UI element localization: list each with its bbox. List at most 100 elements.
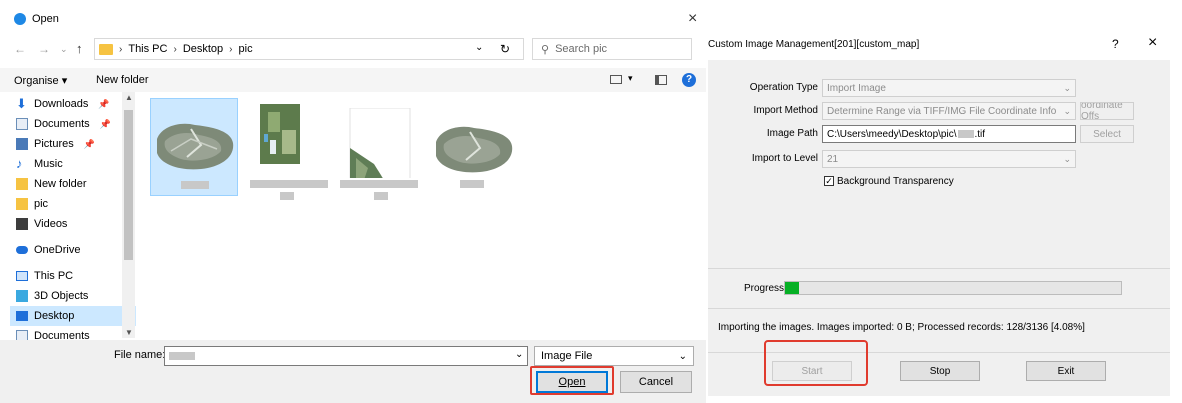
- image-thumbnail: [157, 123, 234, 170]
- navigation-pane: ⬇ Downloads 📌 Documents 📌 Pictures 📌 ♪ Musi…: [10, 92, 136, 340]
- chevron-down-icon[interactable]: ⌄: [515, 349, 523, 360]
- forward-arrow-icon[interactable]: →: [38, 42, 50, 56]
- download-icon: ⬇: [16, 96, 27, 111]
- app-icon: [14, 13, 26, 25]
- image-thumbnail: [349, 108, 411, 178]
- image-path-label: Image Path: [766, 128, 818, 139]
- image-thumbnail: [436, 126, 513, 173]
- dialog-title: Custom Image Management[201][custom_map]: [708, 39, 920, 50]
- back-arrow-icon[interactable]: ←: [14, 42, 26, 56]
- file-type-select[interactable]: Image File ⌄: [534, 346, 694, 366]
- music-icon: ♪: [16, 156, 23, 171]
- document-icon: [16, 118, 28, 130]
- pin-icon: 📌: [98, 98, 110, 109]
- import-method-select[interactable]: Determine Range via TIFF/IMG File Coordi…: [822, 102, 1076, 120]
- open-button[interactable]: Open: [536, 371, 608, 393]
- cloud-icon: [16, 246, 28, 254]
- file-list: [140, 92, 706, 340]
- nav-scrollbar-thumb[interactable]: [124, 110, 133, 260]
- nav-item-documents[interactable]: Documents 📌: [10, 114, 136, 134]
- chevron-down-icon: ⌄: [678, 350, 687, 362]
- scroll-down-icon[interactable]: ▼: [125, 328, 133, 337]
- computer-icon: [16, 271, 28, 281]
- bg-transparency-checkbox[interactable]: ✓: [824, 176, 834, 186]
- scroll-up-icon[interactable]: ▲: [125, 93, 133, 102]
- progress-bar: [784, 281, 1122, 295]
- nav-item-3d-objects[interactable]: 3D Objects: [10, 286, 136, 306]
- dialog-title: Open: [32, 13, 59, 25]
- close-icon[interactable]: ×: [1148, 34, 1157, 52]
- progress-label: Progress: [744, 283, 785, 294]
- redacted-filename: [957, 130, 974, 138]
- operation-type-label: Operation Type: [749, 82, 818, 93]
- file-item[interactable]: [430, 98, 518, 196]
- search-input[interactable]: ⚲ Search pic: [532, 38, 692, 60]
- chevron-down-icon: ⌄: [1063, 105, 1071, 116]
- recent-dropdown-icon[interactable]: ⌄: [60, 44, 68, 55]
- help-icon[interactable]: ?: [1112, 37, 1119, 51]
- start-button[interactable]: Start: [772, 361, 852, 381]
- breadcrumb-pic[interactable]: pic: [239, 43, 253, 55]
- search-icon: ⚲: [541, 43, 550, 56]
- file-name-label: File name:: [114, 349, 166, 361]
- pin-icon: 📌: [83, 138, 95, 149]
- status-text: Importing the images. Images imported: 0…: [718, 322, 1085, 333]
- file-name-redacted: [460, 180, 484, 188]
- open-file-dialog: Open × ← → ⌄ ↑ › This PC › Desktop › pic…: [0, 0, 706, 403]
- operation-type-select[interactable]: Import Image ⌄: [822, 79, 1076, 97]
- file-item[interactable]: [340, 98, 428, 200]
- nav-item-pictures[interactable]: Pictures 📌: [10, 134, 136, 154]
- file-type-value: Image File: [541, 350, 593, 362]
- import-level-select[interactable]: 21 ⌄: [822, 150, 1076, 168]
- up-arrow-icon[interactable]: ↑: [76, 41, 83, 56]
- nav-item-documents-2[interactable]: Documents: [10, 326, 136, 340]
- chevron-right-icon: ›: [119, 43, 123, 55]
- file-name-redacted: [280, 192, 294, 200]
- pin-icon: 📌: [99, 118, 111, 129]
- file-name-redacted: [250, 180, 328, 188]
- nav-item-desktop[interactable]: Desktop: [10, 306, 136, 326]
- file-name-redacted: [374, 192, 388, 200]
- chevron-down-icon[interactable]: ⌄: [475, 42, 483, 53]
- preview-pane-icon[interactable]: [655, 75, 667, 85]
- breadcrumb-this-pc[interactable]: This PC: [128, 43, 167, 55]
- organise-menu[interactable]: Organise ▾: [14, 74, 67, 87]
- exit-button[interactable]: Exit: [1026, 361, 1106, 381]
- nav-item-this-pc[interactable]: This PC: [10, 266, 136, 286]
- coordinate-offset-button[interactable]: oordinate Offs: [1080, 102, 1134, 120]
- help-icon[interactable]: ?: [682, 73, 696, 87]
- nav-item-downloads[interactable]: ⬇ Downloads 📌: [10, 94, 136, 114]
- file-name-redacted: [181, 181, 209, 189]
- nav-item-onedrive[interactable]: OneDrive: [10, 240, 136, 260]
- divider: [708, 268, 1170, 269]
- folder-icon: [99, 43, 113, 55]
- desktop-icon: [16, 311, 28, 321]
- nav-item-new-folder[interactable]: New folder: [10, 174, 136, 194]
- image-thumbnail: [260, 104, 300, 164]
- folder-icon: [16, 198, 28, 210]
- refresh-icon[interactable]: ↻: [500, 42, 510, 56]
- image-path-input[interactable]: C:\Users\meedy\Desktop\pic\ .tif: [822, 125, 1076, 143]
- cancel-button[interactable]: Cancel: [620, 371, 692, 393]
- nav-item-videos[interactable]: Videos: [10, 214, 136, 234]
- import-level-label: Import to Level: [751, 153, 818, 164]
- view-options-icon[interactable]: [610, 75, 622, 84]
- file-item[interactable]: [150, 98, 238, 196]
- address-bar[interactable]: › This PC › Desktop › pic ⌄ ↻: [94, 38, 524, 60]
- stop-button[interactable]: Stop: [900, 361, 980, 381]
- folder-icon: [16, 178, 28, 190]
- chevron-down-icon[interactable]: ▾: [628, 73, 633, 84]
- select-button[interactable]: Select: [1080, 125, 1134, 143]
- nav-item-music[interactable]: ♪ Music: [10, 154, 136, 174]
- pictures-icon: [16, 138, 28, 150]
- chevron-down-icon: ⌄: [1063, 153, 1071, 164]
- cube-icon: [16, 290, 28, 302]
- breadcrumb-desktop[interactable]: Desktop: [183, 43, 223, 55]
- nav-item-pic[interactable]: pic: [10, 194, 136, 214]
- new-folder-button[interactable]: New folder: [96, 74, 149, 86]
- divider: [708, 308, 1170, 309]
- close-icon[interactable]: ×: [688, 10, 697, 28]
- file-item[interactable]: [250, 98, 338, 200]
- file-name-input[interactable]: ⌄: [164, 346, 528, 366]
- document-icon: [16, 330, 28, 340]
